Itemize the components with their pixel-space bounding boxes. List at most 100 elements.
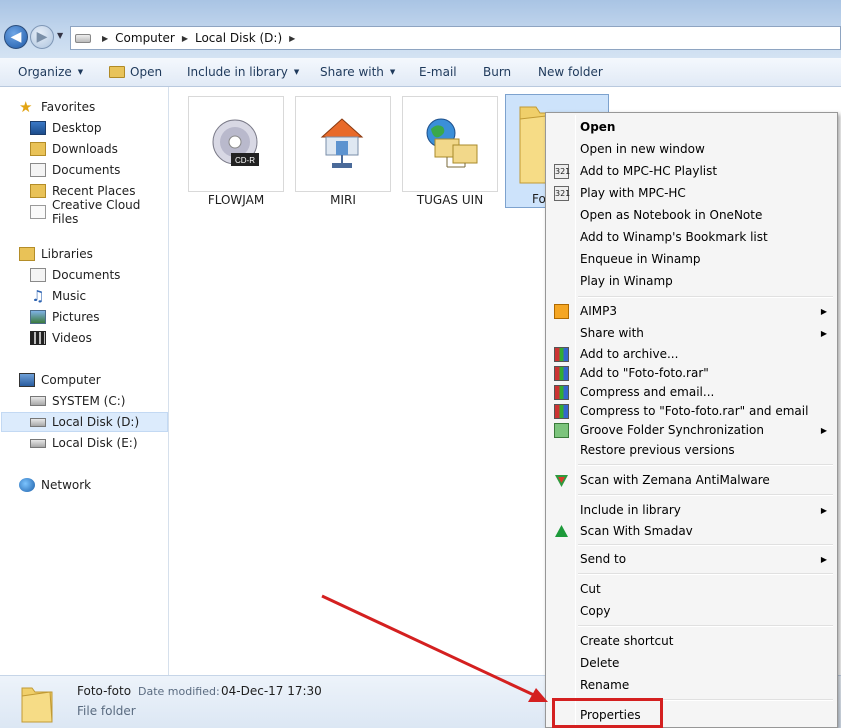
cd-drive-icon: CD-R (212, 119, 259, 166)
menu-item-play-mpc[interactable]: 321 Play with MPC-HC (548, 183, 835, 203)
nav-favorites[interactable]: ★ Favorites (19, 97, 95, 117)
submenu-arrow-icon: ▶ (820, 425, 827, 435)
drive-icon (30, 438, 46, 448)
menu-label: Send to (580, 552, 627, 566)
menu-item-copy[interactable]: Copy (548, 601, 835, 621)
menu-item-winamp-bookmark[interactable]: Add to Winamp's Bookmark list (548, 227, 835, 247)
organize-button[interactable]: Organize ▼ (18, 65, 83, 79)
menu-label: Add to Winamp's Bookmark list (580, 230, 768, 244)
network-globe-icon (19, 478, 35, 492)
recent-pages-dropdown[interactable]: ▼ (57, 31, 63, 40)
menu-label: AIMP3 (580, 304, 617, 318)
menu-item-restore-versions[interactable]: Restore previous versions (548, 440, 835, 460)
nav-label: Creative Cloud Files (52, 198, 141, 226)
menu-item-enqueue-winamp[interactable]: Enqueue in Winamp (548, 249, 835, 269)
file-item[interactable] (295, 96, 391, 192)
menu-item-add-archive[interactable]: Add to archive... (548, 344, 835, 364)
open-label: Open (130, 65, 163, 79)
menu-item-include-library[interactable]: Include in library ▶ (548, 500, 835, 520)
menu-item-cut[interactable]: Cut (548, 579, 835, 599)
email-label: E-mail (419, 65, 457, 79)
home-network-icon (320, 118, 364, 168)
menu-item-groove-sync[interactable]: Groove Folder Synchronization ▶ (548, 420, 835, 440)
context-menu: Open Open in new window 321 Add to MPC-H… (545, 112, 838, 728)
chevron-right-icon[interactable]: ▶ (182, 34, 188, 43)
nav-lib-documents[interactable]: Documents (30, 265, 120, 285)
file-item[interactable]: CD-R (188, 96, 284, 192)
menu-item-compress-email[interactable]: Compress and email... (548, 382, 835, 402)
menu-label: Compress to "Foto-foto.rar" and email (580, 404, 809, 418)
forward-button[interactable]: ▶ (30, 25, 54, 49)
include-in-library-label: Include in library (187, 65, 288, 79)
include-in-library-button[interactable]: Include in library ▼ (187, 65, 299, 79)
share-with-button[interactable]: Share with ▼ (320, 65, 395, 79)
new-folder-button[interactable]: New folder (538, 65, 603, 79)
menu-item-create-shortcut[interactable]: Create shortcut (548, 631, 835, 651)
winrar-icon (554, 403, 569, 419)
chevron-right-icon[interactable]: ▶ (102, 34, 108, 43)
annotation-highlight-box (552, 698, 663, 728)
menu-item-delete[interactable]: Delete (548, 653, 835, 673)
burn-label: Burn (483, 65, 512, 79)
nav-libraries[interactable]: Libraries (19, 244, 93, 264)
network-globe-icon (426, 118, 478, 168)
menu-item-open[interactable]: Open (548, 117, 835, 137)
menu-item-add-mpc-playlist[interactable]: 321 Add to MPC-HC Playlist (548, 161, 835, 181)
recent-places-icon (30, 184, 46, 198)
menu-item-aimp3[interactable]: AIMP3 ▶ (548, 301, 835, 321)
caret-down-icon: ▼ (77, 68, 84, 76)
menu-label: Enqueue in Winamp (580, 252, 701, 266)
menu-label: Delete (580, 656, 620, 670)
breadcrumb-computer[interactable]: Computer (115, 31, 175, 45)
menu-item-share-with[interactable]: Share with ▶ (548, 323, 835, 343)
menu-item-send-to[interactable]: Send to ▶ (548, 549, 835, 569)
nav-label: SYSTEM (C:) (52, 394, 126, 408)
menu-item-compress-rar-email[interactable]: Compress to "Foto-foto.rar" and email (548, 401, 835, 421)
menu-item-rename[interactable]: Rename (548, 675, 835, 695)
back-button[interactable]: ◀ (4, 25, 28, 49)
menu-label: Add to archive... (580, 347, 679, 361)
menu-item-add-rar[interactable]: Add to "Foto-foto.rar" (548, 363, 835, 383)
nav-desktop[interactable]: Desktop (30, 118, 102, 138)
organize-label: Organize (18, 65, 72, 79)
menu-item-open-new-window[interactable]: Open in new window (548, 139, 835, 159)
nav-local-disk-e[interactable]: Local Disk (E:) (30, 433, 138, 453)
file-item[interactable] (402, 96, 498, 192)
nav-label: Favorites (41, 100, 96, 114)
nav-local-disk-d[interactable]: Local Disk (D:) (1, 412, 168, 432)
submenu-arrow-icon: ▶ (820, 306, 827, 316)
burn-button[interactable]: Burn (483, 65, 511, 79)
email-button[interactable]: E-mail (419, 65, 457, 79)
address-bar[interactable]: ▶ Computer ▶ Local Disk (D:) ▶ (70, 26, 841, 50)
open-button[interactable]: Open (109, 65, 162, 79)
menu-label: Restore previous versions (580, 443, 735, 457)
smadav-icon (555, 524, 568, 537)
nav-label: Desktop (52, 121, 102, 135)
menu-label: Open in new window (580, 142, 705, 156)
menu-item-open-onenote[interactable]: Open as Notebook in OneNote (548, 205, 835, 225)
breadcrumb-local-disk-d[interactable]: Local Disk (D:) (195, 31, 282, 45)
file-name: FLOWJAM (207, 193, 265, 207)
nav-creative-cloud[interactable]: Creative Cloud Files (30, 198, 168, 226)
nav-computer[interactable]: Computer (19, 370, 101, 390)
file-name: Fo (532, 192, 546, 206)
menu-item-play-winamp[interactable]: Play in Winamp (548, 271, 835, 291)
mpc-hc-icon: 321 (554, 163, 570, 179)
menu-item-scan-smadav[interactable]: Scan With Smadav (548, 521, 835, 541)
nav-videos[interactable]: Videos (30, 328, 92, 348)
date-modified-label: Date modified: (138, 685, 220, 698)
documents-icon (30, 163, 46, 177)
nav-music[interactable]: ♫ Music (30, 286, 86, 306)
desktop-icon (30, 121, 46, 135)
nav-network[interactable]: Network (19, 475, 91, 495)
nav-system-c[interactable]: SYSTEM (C:) (30, 391, 125, 411)
menu-item-scan-zemana[interactable]: Scan with Zemana AntiMalware (548, 470, 835, 490)
nav-documents[interactable]: Documents (30, 160, 120, 180)
nav-pictures[interactable]: Pictures (30, 307, 100, 327)
chevron-right-icon[interactable]: ▶ (289, 34, 295, 43)
submenu-arrow-icon: ▶ (820, 505, 827, 515)
menu-label: Play with MPC-HC (580, 186, 686, 200)
menu-label: Cut (580, 582, 601, 596)
nav-downloads[interactable]: Downloads (30, 139, 118, 159)
menu-label: Scan with Zemana AntiMalware (580, 473, 770, 487)
